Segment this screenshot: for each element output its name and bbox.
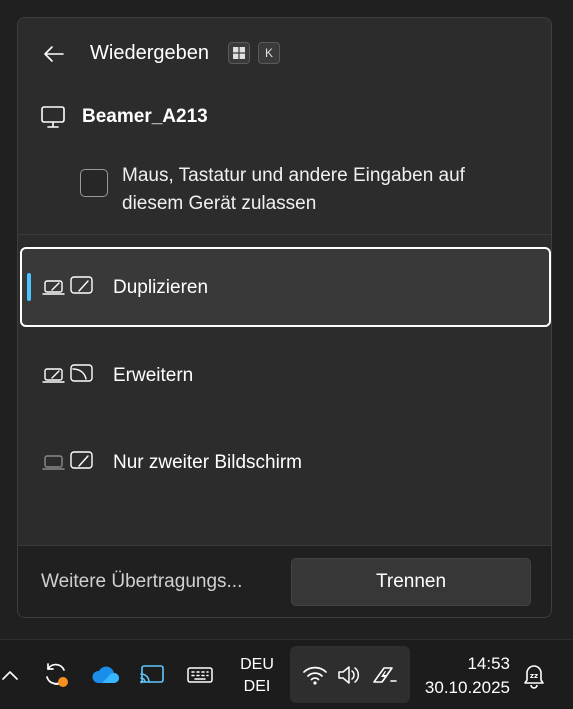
- shortcut-k-key: K: [258, 42, 280, 64]
- allow-input-label: Maus, Tastatur und andere Eingaben auf d…: [122, 165, 465, 214]
- touch-keyboard-button[interactable]: [184, 660, 216, 690]
- mode-label: Nur zweiter Bildschirm: [113, 452, 302, 473]
- selection-indicator: [27, 273, 31, 301]
- input-language-indicator[interactable]: DEU DEI: [232, 654, 282, 698]
- mode-second-screen-only[interactable]: Nur zweiter Bildschirm: [20, 422, 551, 502]
- arrow-left-icon: [44, 46, 64, 62]
- extend-icon: [42, 364, 93, 383]
- cast-status-button[interactable]: [136, 660, 168, 690]
- time: 14:53: [467, 654, 510, 673]
- flyout-footer: Weitere Übertragungs... Trennen: [18, 545, 551, 617]
- shortcut-windows-key: [228, 42, 250, 64]
- allow-input-option: Maus, Tastatur und andere Eingaben auf d…: [80, 162, 520, 218]
- chevron-up-icon: [2, 671, 18, 680]
- disconnect-button[interactable]: Trennen: [291, 558, 531, 606]
- connected-device: Beamer_A213: [40, 102, 208, 132]
- mode-extend[interactable]: Erweitern: [20, 335, 551, 415]
- badge-text: zz: [530, 672, 538, 680]
- duplicate-icon: [42, 276, 93, 295]
- mode-label: Erweitern: [113, 365, 194, 386]
- page-title: Wiedergeben: [90, 42, 209, 64]
- more-cast-options-link[interactable]: Weitere Übertragungs...: [41, 571, 242, 593]
- bell-do-not-disturb-icon: zz: [524, 665, 544, 689]
- quick-settings-button[interactable]: [290, 646, 410, 703]
- back-button[interactable]: [38, 40, 70, 68]
- wifi-icon: [303, 666, 327, 685]
- date: 30.10.2025: [424, 678, 510, 697]
- battery-charging-icon: [373, 667, 397, 683]
- cloud-icon: [92, 666, 119, 683]
- taskbar: DEU DEI 14:53 30.10.2025 zz: [0, 639, 573, 709]
- device-name: Beamer_A213: [82, 106, 208, 127]
- clock[interactable]: 14:53 30.10.2025: [414, 652, 510, 700]
- cast-icon: [140, 665, 164, 684]
- show-hidden-icons-button[interactable]: [0, 660, 20, 690]
- second-screen-icon: [42, 451, 93, 470]
- cast-flyout: Wiedergeben K Beamer_A213 Maus, Tastatur…: [17, 17, 552, 618]
- windows-logo-icon: [233, 47, 245, 59]
- flyout-header: Wiedergeben K: [18, 18, 551, 88]
- allow-input-checkbox[interactable]: [80, 169, 108, 197]
- keyboard-icon: [187, 667, 213, 683]
- sync-icon: [46, 663, 68, 687]
- volume-icon: [338, 666, 360, 684]
- notifications-button[interactable]: zz: [518, 658, 550, 692]
- sync-app-button[interactable]: [40, 658, 72, 692]
- mode-label: Duplizieren: [113, 277, 209, 298]
- onedrive-button[interactable]: [88, 660, 122, 690]
- monitor-icon: [41, 106, 65, 128]
- divider: [18, 234, 551, 235]
- mode-duplicate[interactable]: Duplizieren: [20, 247, 551, 327]
